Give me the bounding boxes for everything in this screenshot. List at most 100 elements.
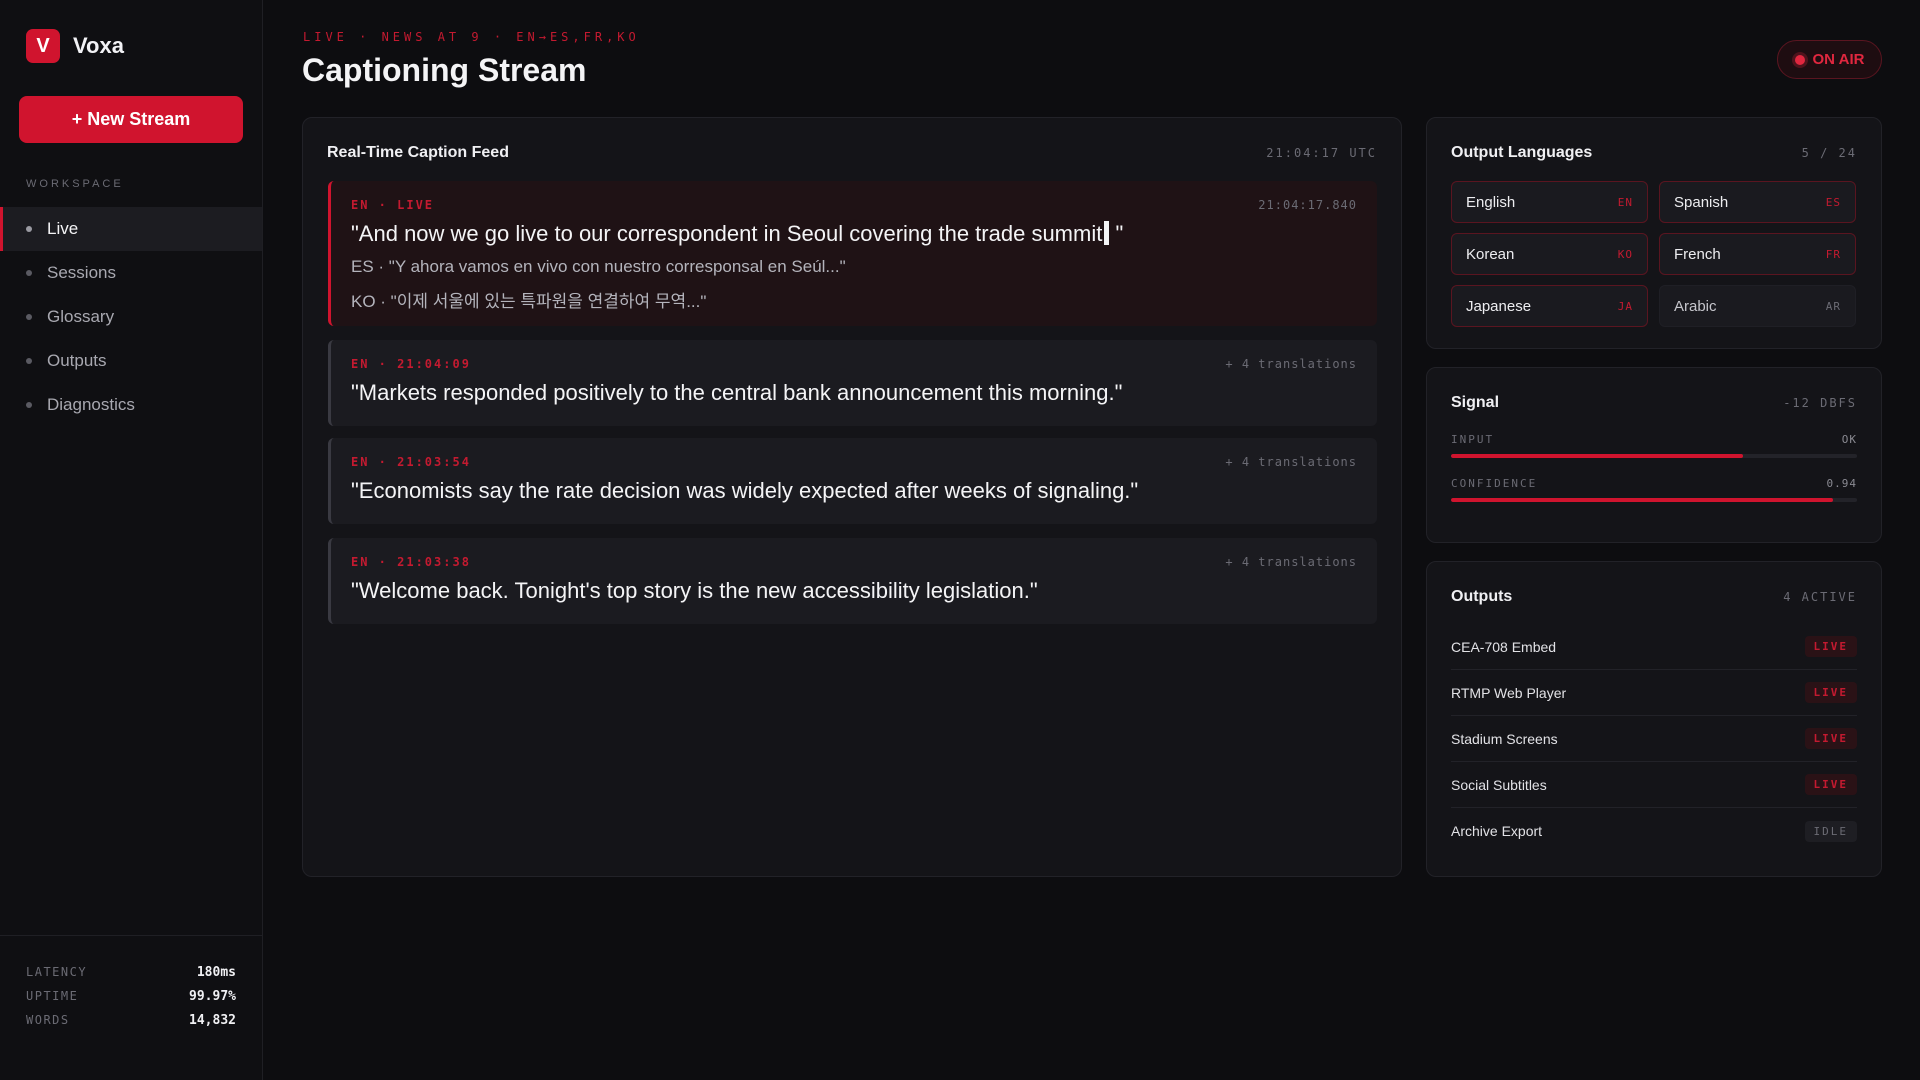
signal-level: -12 DBFS (1783, 396, 1857, 410)
language-code: AR (1825, 299, 1841, 313)
output-row-archive[interactable]: Archive Export IDLE (1451, 808, 1857, 854)
output-row-stadium[interactable]: Stadium Screens LIVE (1451, 716, 1857, 762)
sidebar-item-glossary[interactable]: Glossary (0, 295, 262, 339)
outputs-count: 4 ACTIVE (1783, 590, 1857, 604)
outputs-panel: Outputs 4 ACTIVE CEA-708 Embed LIVE RTMP… (1426, 561, 1882, 877)
caption-translation-ko: KO · "이제 서울에 있는 특파원을 연결하여 무역..." (351, 292, 707, 311)
bullet-icon (26, 358, 32, 364)
confidence-meter-value: 0.94 (1826, 477, 1857, 490)
caption-item[interactable]: EN · 21:03:38 + 4 translations "Welcome … (328, 538, 1377, 624)
new-stream-button[interactable]: + New Stream (19, 96, 243, 143)
sidebar-item-sessions[interactable]: Sessions (0, 251, 262, 295)
caption-text: "And now we go live to our correspondent… (351, 221, 1123, 247)
on-air-label: ON AIR (1812, 51, 1865, 68)
language-name: Japanese (1466, 297, 1532, 315)
language-chip-english[interactable]: English EN (1451, 181, 1648, 223)
caption-translations-count[interactable]: + 4 translations (1225, 555, 1357, 569)
brand-logo-icon: V (26, 29, 60, 63)
language-name: Korean (1466, 245, 1515, 263)
language-name: Arabic (1674, 297, 1717, 315)
input-meter-fill (1451, 454, 1744, 458)
caption-translations-count[interactable]: + 4 translations (1225, 357, 1357, 371)
signal-title: Signal (1451, 394, 1500, 411)
output-row-cea708[interactable]: CEA-708 Embed LIVE (1451, 624, 1857, 670)
language-chip-french[interactable]: French FR (1659, 233, 1856, 275)
output-name: Archive Export (1451, 823, 1543, 839)
caption-timestamp: 21:04:17.840 (1258, 198, 1357, 212)
caption-feed-title: Real-Time Caption Feed (327, 144, 509, 161)
stat-value: 99.97% (189, 988, 236, 1004)
status-badge: LIVE (1804, 636, 1857, 657)
output-name: CEA-708 Embed (1451, 638, 1557, 655)
outputs-title: Outputs (1451, 588, 1513, 605)
workspace-section-label: WORKSPACE (26, 178, 124, 190)
sidebar-item-diagnostics[interactable]: Diagnostics (0, 383, 262, 427)
language-chip-arabic[interactable]: Arabic AR (1659, 285, 1856, 327)
caption-text: "Welcome back. Tonight's top story is th… (351, 578, 1038, 603)
caption-live[interactable]: EN · LIVE 21:04:17.840 "And now we go li… (328, 181, 1377, 326)
stream-eyebrow: LIVE · NEWS AT 9 · EN→ES,FR,KO (303, 30, 640, 44)
output-row-rtmp[interactable]: RTMP Web Player LIVE (1451, 670, 1857, 716)
sidebar-item-live[interactable]: Live (0, 207, 262, 251)
caption-text-live: "And now we go live to our correspondent… (351, 221, 1103, 246)
language-code: JA (1617, 299, 1633, 313)
brand[interactable]: V Voxa (26, 29, 124, 63)
sidebar-item-label: Diagnostics (47, 395, 135, 414)
caption-tag: EN · 21:03:54 (351, 455, 471, 469)
stat-value: 14,832 (189, 1012, 236, 1028)
caption-translation-es: ES · "Y ahora vamos en vivo con nuestro … (351, 257, 846, 276)
output-name: RTMP Web Player (1451, 684, 1567, 701)
caption-tag: EN · 21:04:09 (351, 357, 471, 371)
bullet-icon (26, 402, 32, 408)
caption-text: "Markets responded positively to the cen… (351, 380, 1123, 405)
language-code: EN (1617, 195, 1633, 209)
stat-label: UPTIME (26, 989, 79, 1003)
confidence-meter-fill (1451, 498, 1833, 502)
sidebar-item-outputs[interactable]: Outputs (0, 339, 262, 383)
sidebar-nav: Live Sessions Glossary Outputs Diagnosti… (0, 207, 262, 427)
stat-value: 180ms (196, 964, 236, 980)
language-code: FR (1825, 247, 1841, 261)
confidence-meter (1451, 498, 1857, 502)
language-name: French (1674, 245, 1721, 263)
bullet-icon (26, 314, 32, 320)
caption-text-tail: " (1109, 221, 1124, 246)
output-name: Stadium Screens (1451, 730, 1558, 747)
bullet-icon (26, 270, 32, 276)
sidebar-item-label: Outputs (47, 351, 107, 370)
status-badge: LIVE (1804, 774, 1857, 795)
output-row-social[interactable]: Social Subtitles LIVE (1451, 762, 1857, 808)
bullet-icon (26, 226, 32, 232)
language-chip-spanish[interactable]: Spanish ES (1659, 181, 1856, 223)
caption-translations-count[interactable]: + 4 translations (1225, 455, 1357, 469)
caption-tag: EN · 21:03:38 (351, 555, 471, 569)
sidebar-item-label: Live (47, 219, 79, 238)
language-name: English (1466, 193, 1516, 211)
page-title: Captioning Stream (302, 52, 587, 88)
languages-count: 5 / 24 (1801, 146, 1857, 160)
stat-label: WORDS (26, 1013, 70, 1027)
language-code: ES (1825, 195, 1841, 209)
input-meter-label: INPUT (1451, 433, 1495, 446)
stat-uptime: UPTIME 99.97% (26, 984, 236, 1008)
input-meter (1451, 454, 1857, 458)
language-chip-korean[interactable]: Korean KO (1451, 233, 1648, 275)
stream-stats: LATENCY 180ms UPTIME 99.97% WORDS 14,832 (0, 935, 262, 1080)
stat-words: WORDS 14,832 (26, 1008, 236, 1032)
caption-tag: EN · LIVE (351, 198, 435, 212)
caption-item[interactable]: EN · 21:03:54 + 4 translations "Economis… (328, 438, 1377, 524)
sidebar-item-label: Glossary (47, 307, 115, 326)
signal-panel: Signal -12 DBFS INPUT OK CONFIDENCE 0.94 (1426, 367, 1882, 543)
brand-name: Voxa (73, 33, 124, 58)
caption-text: "Economists say the rate decision was wi… (351, 478, 1139, 503)
language-code: KO (1617, 247, 1633, 261)
output-languages-panel: Output Languages 5 / 24 English EN Spani… (1426, 117, 1882, 349)
language-chip-japanese[interactable]: Japanese JA (1451, 285, 1648, 327)
on-air-badge: ON AIR (1777, 40, 1882, 79)
caption-item[interactable]: EN · 21:04:09 + 4 translations "Markets … (328, 340, 1377, 426)
languages-title: Output Languages (1451, 144, 1593, 161)
status-badge: IDLE (1804, 820, 1857, 842)
output-name: Social Subtitles (1451, 776, 1547, 793)
status-badge: LIVE (1804, 728, 1857, 749)
feed-clock: 21:04:17 UTC (1266, 146, 1377, 160)
